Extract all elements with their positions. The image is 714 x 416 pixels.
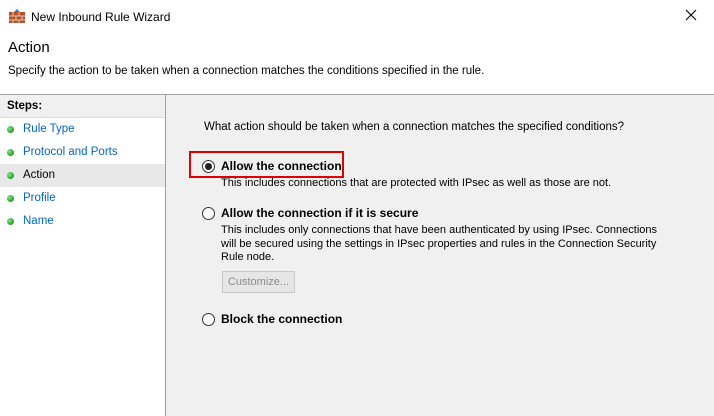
step-label: Action [23, 169, 55, 181]
action-question: What action should be taken when a conne… [204, 121, 625, 133]
step-label: Protocol and Ports [23, 146, 118, 158]
window-title: New Inbound Rule Wizard [31, 10, 171, 24]
close-icon [685, 9, 697, 24]
block-label[interactable]: Block the connection [221, 312, 342, 326]
step-status-dot-icon [7, 218, 14, 225]
allow-if-secure-description: This includes only connections that have… [221, 224, 657, 263]
close-button[interactable] [668, 0, 714, 33]
page-subtitle: Specify the action to be taken when a co… [8, 65, 485, 77]
block-radio[interactable] [202, 313, 215, 326]
step-status-dot-icon [7, 126, 14, 133]
page-title: Action [8, 39, 50, 56]
allow-if-secure-radio[interactable] [202, 207, 215, 220]
step-action[interactable]: Action [0, 164, 165, 187]
allow-description: This includes connections that are prote… [221, 177, 612, 189]
title-bar: New Inbound Rule Wizard [0, 0, 714, 33]
step-label: Profile [23, 192, 56, 204]
step-label: Name [23, 215, 54, 227]
customize-button[interactable]: Customize... [222, 271, 295, 293]
step-profile[interactable]: Profile [0, 187, 165, 210]
step-name[interactable]: Name [0, 210, 165, 233]
step-protocol-and-ports[interactable]: Protocol and Ports [0, 141, 165, 164]
wizard-header: Action Specify the action to be taken wh… [0, 33, 714, 94]
selection-highlight-box [189, 151, 344, 178]
step-rule-type[interactable]: Rule Type [0, 118, 165, 141]
step-status-dot-icon [7, 149, 14, 156]
content-panel: What action should be taken when a conne… [166, 95, 714, 416]
steps-header: Steps: [0, 95, 165, 118]
step-label: Rule Type [23, 123, 75, 135]
step-status-dot-icon [7, 172, 14, 179]
allow-if-secure-label[interactable]: Allow the connection if it is secure [221, 206, 418, 220]
steps-panel: Steps: Rule Type Protocol and Ports Acti… [0, 95, 166, 416]
step-status-dot-icon [7, 195, 14, 202]
firewall-wall-icon [8, 8, 26, 24]
